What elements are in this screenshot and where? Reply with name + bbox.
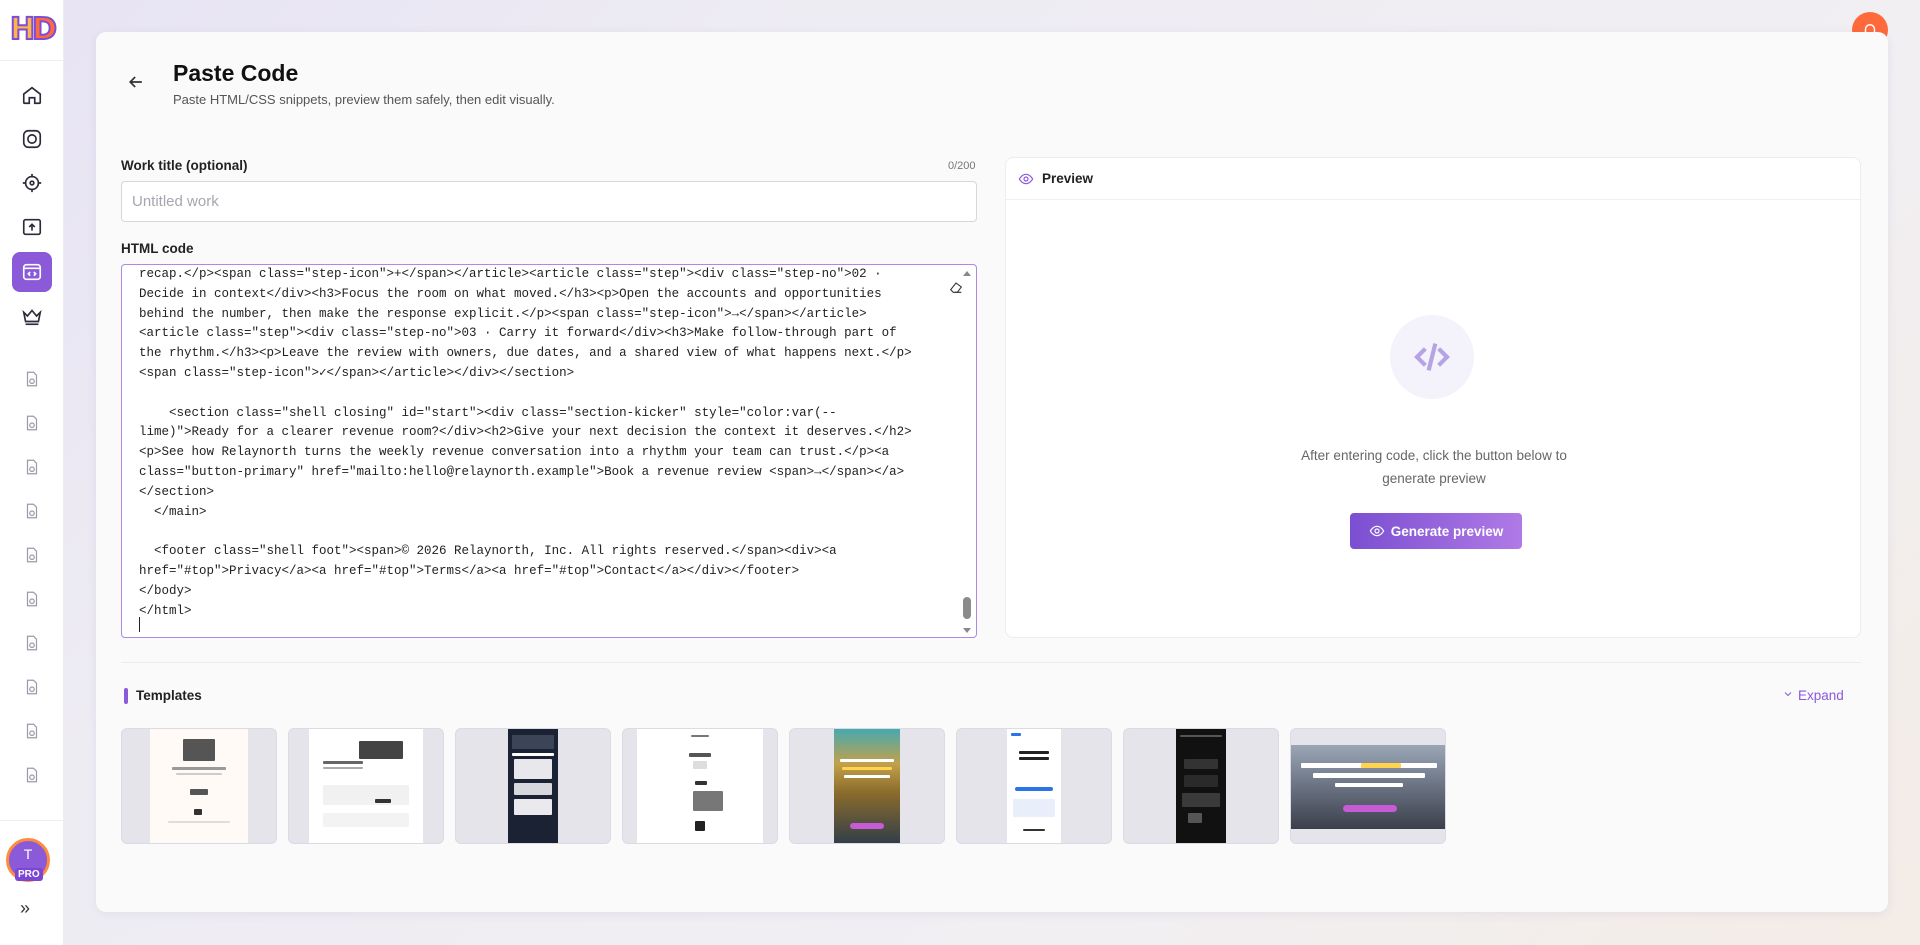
template-thumbnail[interactable] [121,728,277,844]
code-icon [1390,315,1474,399]
crown-icon [22,309,42,326]
work-title-label: Work title (optional) [121,158,248,173]
arrow-left-icon [128,76,142,88]
preview-title: Preview [1042,171,1094,186]
crosshair-icon [22,173,42,193]
sidebar-history-item[interactable] [12,667,52,707]
user-avatar[interactable]: T PRO [6,838,50,882]
template-thumbnail[interactable] [789,728,945,844]
template-thumbnail[interactable] [1290,728,1446,844]
template-thumbnail[interactable] [956,728,1112,844]
history-doc-icon [26,723,38,739]
sidebar-item-camera[interactable] [12,119,52,159]
code-line: </html> [139,603,192,618]
code-line: </main> [139,504,207,519]
history-doc-icon [26,679,38,695]
code-line: behind the number, then make the respons… [139,306,867,321]
code-line: <span class="step-icon">✓</span></articl… [139,365,575,380]
preview-header: Preview [1006,158,1860,200]
code-line: class="button-primary" href="mailto:hell… [139,464,905,479]
sidebar-history-item[interactable] [12,535,52,575]
templates-title: Templates [136,688,202,703]
page-subtitle: Paste HTML/CSS snippets, preview them sa… [173,92,555,107]
sidebar-history-item[interactable] [12,579,52,619]
sidebar-item-target[interactable] [12,163,52,203]
section-divider [121,662,1861,663]
code-line: </body> [139,583,192,598]
history-doc-icon [26,547,38,563]
history-doc-icon [26,371,38,387]
html-code-label: HTML code [121,241,194,256]
camera-icon [22,129,42,149]
code-line: </section> [139,484,215,499]
sidebar-divider [0,820,64,821]
chevron-down-icon [1782,688,1794,703]
code-content: recap.</p><span class="step-icon">+</spa… [139,265,949,621]
template-thumbnail[interactable] [622,728,778,844]
page-title: Paste Code [173,60,299,86]
scroll-down-arrow[interactable] [963,628,971,633]
preview-panel: Preview After entering code, click the b… [1005,157,1861,638]
sidebar-history-item[interactable] [12,623,52,663]
history-doc-icon [26,415,38,431]
sidebar-item-home[interactable] [12,75,52,115]
template-thumbnail[interactable] [1123,728,1279,844]
code-line: <p>See how Relaynorth turns the weekly r… [139,445,890,460]
app-logo[interactable]: HD [9,11,58,48]
sidebar-item-premium[interactable] [12,296,52,336]
work-title-counter: 0/200 [948,160,976,172]
history-doc-icon [26,591,38,607]
code-scrollbar[interactable] [962,271,972,633]
expand-sidebar-button[interactable]: » [20,898,30,919]
expand-label: Expand [1798,688,1844,703]
work-title-input[interactable] [121,181,977,222]
code-line: lime)">Ready for a clearer revenue room?… [139,425,912,440]
generate-preview-label: Generate preview [1390,523,1504,539]
main-card: Paste Code Paste HTML/CSS snippets, prev… [96,32,1888,912]
sidebar-history-item[interactable] [12,711,52,751]
sidebar-item-paste-code[interactable] [12,252,52,292]
history-doc-icon [26,767,38,783]
templates-expand-button[interactable]: Expand [1782,688,1844,703]
sidebar-history-item[interactable] [12,491,52,531]
code-line: <article class="step"><div class="step-n… [139,326,897,341]
home-icon [22,86,42,105]
eye-icon [1018,171,1034,192]
pro-badge: PRO [15,868,43,881]
sidebar-history-item[interactable] [12,359,52,399]
upload-icon [22,218,42,236]
sidebar-history-item[interactable] [12,447,52,487]
template-thumbnail[interactable] [455,728,611,844]
preview-empty-message: After entering code, click the button be… [1301,448,1567,486]
sidebar-item-upload[interactable] [12,207,52,247]
avatar-initial: T [23,846,33,862]
code-line: href="#top">Privacy</a><a href="#top">Te… [139,563,800,578]
template-thumbnail[interactable] [288,728,444,844]
eye-icon [1369,525,1385,537]
code-window-icon [22,263,42,281]
history-doc-icon [26,459,38,475]
history-doc-icon [26,503,38,519]
generate-preview-button[interactable]: Generate preview [1350,513,1522,549]
sidebar-divider [0,60,64,61]
html-code-editor[interactable]: recap.</p><span class="step-icon">+</spa… [121,264,977,638]
text-caret [139,617,140,632]
sidebar-history-item[interactable] [12,403,52,443]
code-line: <footer class="shell foot"><span>© 2026 … [139,544,837,559]
scroll-thumb[interactable] [963,597,971,619]
scroll-up-arrow[interactable] [963,271,971,276]
history-doc-icon [26,635,38,651]
back-button[interactable] [126,72,150,96]
code-line: Decide in context</div><h3>Focus the roo… [139,286,882,301]
code-line: <section class="shell closing" id="start… [139,405,837,420]
code-line: the rhythm.</h3><p>Leave the review with… [139,346,912,361]
code-line: recap.</p><span class="step-icon">+</spa… [139,267,882,281]
sidebar: HD T PRO » [0,0,64,945]
sidebar-history-item[interactable] [12,755,52,795]
templates-accent-bar [124,688,128,704]
